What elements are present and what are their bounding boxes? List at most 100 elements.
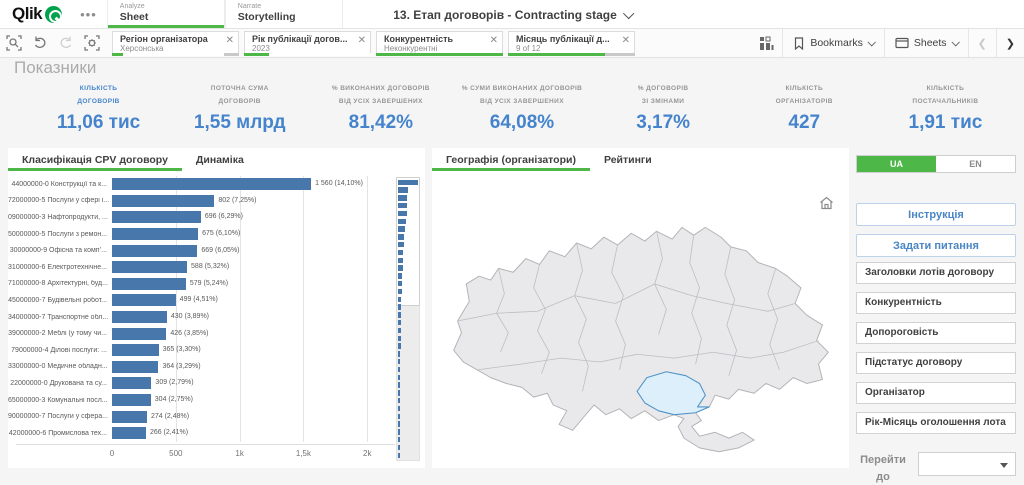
bar-row[interactable]: 39000000-2 Меблі (у тому чи...426 (3,85%… bbox=[8, 325, 425, 342]
bar-row[interactable]: 45000000-7 Будівельні робот...499 (4,51%… bbox=[8, 292, 425, 309]
sheets-menu[interactable]: Sheets bbox=[884, 29, 968, 57]
clear-selection-icon[interactable]: ✕ bbox=[622, 36, 630, 46]
step-forward-icon[interactable] bbox=[54, 31, 78, 55]
sheet-title-dropdown[interactable]: 13. Етап договорів - Contracting stage bbox=[393, 0, 631, 29]
bar[interactable] bbox=[112, 394, 151, 406]
progress-segment bbox=[856, 313, 944, 314]
bookmarks-label: Bookmarks bbox=[810, 37, 863, 49]
global-menu-icon[interactable]: ••• bbox=[70, 7, 107, 22]
filter-listbox[interactable]: Конкурентність bbox=[856, 292, 1016, 314]
bar-row[interactable]: 34000000-7 Транспортне обл...430 (3,89%) bbox=[8, 309, 425, 326]
filter-listbox[interactable]: Підстатус договору bbox=[856, 352, 1016, 374]
bar[interactable] bbox=[112, 294, 176, 306]
bar-row[interactable]: 79000000-4 Ділові послуги: ...365 (3,30%… bbox=[8, 342, 425, 359]
bar[interactable] bbox=[112, 261, 187, 273]
bar-category-label: 90000000-7 Послуги у сфера... bbox=[8, 413, 112, 420]
scrollbar-mini-bar bbox=[398, 203, 407, 209]
bar-row[interactable]: 65000000-3 Комунальні посл...304 (2,75%) bbox=[8, 392, 425, 409]
bar-row[interactable]: 42000000-6 Промислова тех...266 (2,41%) bbox=[8, 425, 425, 442]
selection-progress-bar bbox=[244, 53, 371, 56]
cpv-bar-chart[interactable]: 44000000-0 Конструкції та к...1 560 (14,… bbox=[8, 176, 425, 442]
filter-listbox[interactable]: Рік-Місяць оголошення лота bbox=[856, 412, 1016, 434]
kpi-value: 1,91 тис bbox=[879, 112, 1012, 134]
tab-dynamics[interactable]: Динаміка bbox=[182, 148, 258, 171]
kpi-card[interactable]: % ВИКОНАНИХ ДОГОВОРІВВІД УСІХ ЗАВЕРШЕНИХ… bbox=[310, 83, 451, 134]
tab-analyze-sheet[interactable]: Analyze Sheet bbox=[107, 0, 225, 28]
bar[interactable] bbox=[112, 195, 214, 207]
bar-row[interactable]: 44000000-0 Конструкції та к...1 560 (14,… bbox=[8, 176, 425, 193]
x-axis-tick: 1k bbox=[235, 449, 243, 458]
bar-row[interactable]: 22000000-0 Друкована та су...309 (2,79%) bbox=[8, 375, 425, 392]
bar[interactable] bbox=[112, 361, 158, 373]
tab-cpv-classification[interactable]: Класифікація CPV договору bbox=[8, 148, 182, 171]
kpi-card[interactable]: % ДОГОВОРІВЗІ ЗМІНАМИ3,17% bbox=[593, 83, 734, 134]
bar-row[interactable]: 31000000-6 Електротехнічне...588 (5,32%) bbox=[8, 259, 425, 276]
kpi-card[interactable]: КІЛЬКІСТЬДОГОВОРІВ11,06 тис bbox=[28, 83, 169, 134]
selections-tool-icon[interactable] bbox=[80, 31, 104, 55]
insights-grid-icon[interactable] bbox=[754, 31, 778, 55]
bar[interactable] bbox=[112, 245, 197, 257]
lang-ua-button[interactable]: UA bbox=[857, 156, 936, 172]
tab-geography[interactable]: Географія (організатори) bbox=[432, 148, 590, 171]
bar-row[interactable]: 50000000-5 Послуги з ремон...675 (6,10%) bbox=[8, 226, 425, 243]
selection-chip[interactable]: КонкурентністьНеконкурентні✕ bbox=[376, 31, 503, 56]
bar-row[interactable]: 33000000-0 Медичне обладн...364 (3,29%) bbox=[8, 359, 425, 376]
geography-map-panel: Географія (організатори) Рейтинги bbox=[432, 148, 849, 468]
bar[interactable] bbox=[112, 211, 201, 223]
smart-search-icon[interactable] bbox=[2, 31, 26, 55]
filter-progress-bar bbox=[856, 343, 1016, 344]
progress-segment bbox=[944, 313, 1016, 314]
bar-row[interactable]: 90000000-7 Послуги у сфера...274 (2,48%) bbox=[8, 408, 425, 425]
bar-row[interactable]: 30000000-9 Офісна та комп’...669 (6,05%) bbox=[8, 242, 425, 259]
bookmarks-menu[interactable]: Bookmarks bbox=[782, 29, 884, 57]
bar[interactable] bbox=[112, 228, 198, 240]
scrollbar-mini-bar bbox=[398, 226, 405, 232]
filter-listbox[interactable]: Допороговість bbox=[856, 322, 1016, 344]
bar[interactable] bbox=[112, 178, 311, 190]
kpi-card[interactable]: КІЛЬКІСТЬОРГАНІЗАТОРІВ427 bbox=[734, 83, 875, 134]
instruction-button[interactable]: Інструкція bbox=[856, 203, 1016, 226]
bar[interactable] bbox=[112, 377, 151, 389]
clear-selection-icon[interactable]: ✕ bbox=[490, 36, 498, 46]
selection-chip[interactable]: Регіон організатораХерсонська✕ bbox=[112, 31, 239, 56]
bar[interactable] bbox=[112, 411, 147, 423]
progress-segment bbox=[856, 403, 1016, 404]
bar[interactable] bbox=[112, 328, 166, 340]
filter-progress-bar bbox=[856, 373, 1016, 374]
bar-category-label: 72000000-5 Послуги у сфері і... bbox=[8, 197, 112, 204]
filter-listbox[interactable]: Організатор bbox=[856, 382, 1016, 404]
selection-chip[interactable]: Місяць публікації д...9 of 12✕ bbox=[508, 31, 635, 56]
clear-selection-icon[interactable]: ✕ bbox=[226, 36, 234, 46]
bar[interactable] bbox=[112, 427, 146, 439]
bar-value-label: 669 (6,05%) bbox=[201, 247, 239, 254]
bar[interactable] bbox=[112, 311, 167, 323]
bar[interactable] bbox=[112, 344, 159, 356]
bar[interactable] bbox=[112, 278, 186, 290]
ask-question-button[interactable]: Задати питання bbox=[856, 234, 1016, 257]
progress-segment bbox=[856, 343, 1016, 344]
clear-selection-icon[interactable]: ✕ bbox=[358, 36, 366, 46]
scrollbar-mini-bar bbox=[398, 250, 403, 256]
tab-ratings[interactable]: Рейтинги bbox=[590, 148, 666, 171]
next-sheet-icon[interactable]: ❯ bbox=[996, 29, 1024, 57]
filter-listbox[interactable]: Заголовки лотів договору bbox=[856, 262, 1016, 284]
kpi-card[interactable]: % СУМИ ВИКОНАНИХ ДОГОВОРІВВІД УСІХ ЗАВЕР… bbox=[451, 83, 592, 134]
goto-select[interactable] bbox=[918, 452, 1016, 476]
chart-scrollbar[interactable] bbox=[396, 177, 420, 461]
step-back-icon[interactable] bbox=[28, 31, 52, 55]
prev-sheet-icon[interactable]: ❮ bbox=[968, 29, 996, 57]
selection-chip[interactable]: Рік публікації догов...2023✕ bbox=[244, 31, 371, 56]
tab-narrate-storytelling[interactable]: Narrate Storytelling bbox=[225, 0, 343, 28]
bar-row[interactable]: 72000000-5 Послуги у сфері і...802 (7,25… bbox=[8, 193, 425, 210]
lang-en-button[interactable]: EN bbox=[936, 156, 1015, 172]
bar-row[interactable]: 71000000-8 Архітектурні, буд...579 (5,24… bbox=[8, 276, 425, 293]
scrollbar-mini-bar bbox=[398, 281, 402, 287]
bar-row[interactable]: 09000000-3 Нафтопродукти, ...696 (6,29%) bbox=[8, 209, 425, 226]
kpi-card[interactable]: ПОТОЧНА СУМАДОГОВОРІВ1,55 млрд bbox=[169, 83, 310, 134]
kpi-row: КІЛЬКІСТЬДОГОВОРІВ11,06 тисПОТОЧНА СУМАД… bbox=[28, 83, 1016, 134]
filter-listbox-item: Рік-Місяць оголошення лота bbox=[856, 412, 1016, 434]
ukraine-map[interactable] bbox=[440, 186, 840, 460]
filter-listbox-item: Конкурентність bbox=[856, 292, 1016, 314]
bar-value-label: 266 (2,41%) bbox=[150, 429, 188, 436]
kpi-card[interactable]: КІЛЬКІСТЬПОСТАЧАЛЬНИКІВ1,91 тис bbox=[875, 83, 1016, 134]
